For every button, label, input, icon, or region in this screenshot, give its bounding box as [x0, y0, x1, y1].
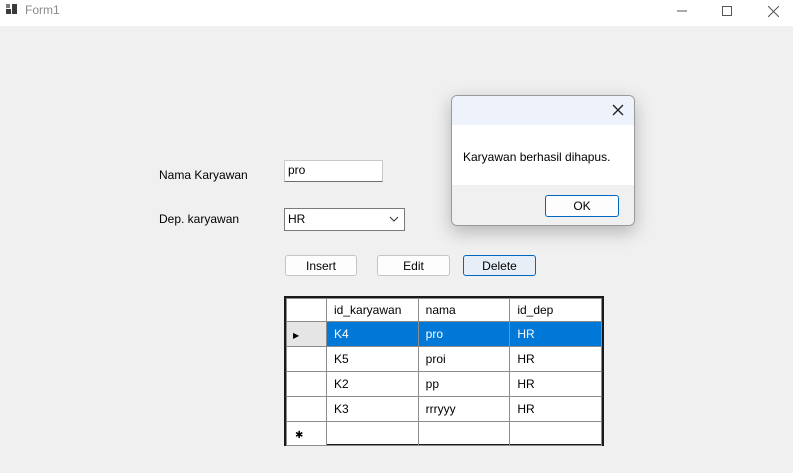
message-dialog: Karyawan berhasil dihapus. OK	[451, 95, 635, 226]
table-row[interactable]: ▶ K4 pro HR	[286, 321, 602, 347]
row-header[interactable]	[286, 346, 327, 372]
dialog-message: Karyawan berhasil dihapus.	[463, 150, 611, 164]
dialog-close-button[interactable]	[610, 102, 626, 118]
app-grid-icon	[6, 4, 18, 16]
maximize-icon	[722, 6, 732, 16]
insert-button[interactable]: Insert	[285, 255, 357, 276]
name-label: Nama Karyawan	[159, 168, 248, 182]
cell-nama[interactable]: proi	[417, 346, 511, 372]
column-header-nama[interactable]: nama	[417, 298, 511, 322]
dialog-footer: OK	[452, 185, 634, 225]
delete-button[interactable]: Delete	[463, 255, 536, 276]
employee-grid[interactable]: id_karyawan nama id_dep ▶ K4 pro HR K5 p…	[284, 296, 604, 446]
window-titlebar: Form1	[0, 0, 793, 26]
minimize-button[interactable]	[659, 0, 705, 22]
new-cell-id-dep[interactable]	[509, 421, 602, 446]
current-row-icon: ▶	[293, 331, 300, 340]
maximize-button[interactable]	[704, 0, 750, 22]
row-header[interactable]: ▶	[286, 321, 327, 347]
cell-id-karyawan[interactable]: K2	[326, 371, 419, 397]
row-header[interactable]	[286, 371, 327, 397]
table-row[interactable]: K2 pp HR	[286, 371, 602, 397]
column-header-id-karyawan[interactable]: id_karyawan	[326, 298, 419, 322]
chevron-down-icon	[389, 216, 399, 222]
cell-id-dep[interactable]: HR	[509, 371, 602, 397]
minimize-icon	[677, 10, 687, 12]
ok-button[interactable]: OK	[545, 195, 619, 217]
cell-id-karyawan[interactable]: K5	[326, 346, 419, 372]
name-input[interactable]: pro	[284, 160, 383, 182]
close-icon	[767, 5, 779, 17]
column-header-id-dep[interactable]: id_dep	[509, 298, 602, 322]
cell-id-dep[interactable]: HR	[509, 396, 602, 422]
new-cell-nama[interactable]	[417, 421, 511, 446]
row-header[interactable]: ✱	[286, 421, 327, 446]
edit-button[interactable]: Edit	[377, 255, 450, 276]
new-row[interactable]: ✱	[286, 421, 602, 446]
department-select-value: HR	[288, 212, 306, 226]
grid-corner-cell	[286, 298, 327, 322]
dialog-titlebar	[452, 96, 634, 125]
grid-header-row: id_karyawan nama id_dep	[286, 298, 602, 322]
row-header[interactable]	[286, 396, 327, 422]
department-select[interactable]: HR	[284, 208, 405, 231]
table-row[interactable]: K3 rrryyy HR	[286, 396, 602, 422]
new-cell-id-karyawan[interactable]	[326, 421, 419, 446]
cell-id-karyawan[interactable]: K3	[326, 396, 419, 422]
cell-id-dep[interactable]: HR	[509, 321, 602, 347]
cell-nama[interactable]: rrryyy	[417, 396, 511, 422]
cell-id-karyawan[interactable]: K4	[326, 321, 419, 347]
cell-id-dep[interactable]: HR	[509, 346, 602, 372]
new-row-icon: ✱	[295, 429, 304, 441]
cell-nama[interactable]: pro	[417, 321, 511, 347]
table-row[interactable]: K5 proi HR	[286, 346, 602, 372]
close-icon	[612, 104, 624, 116]
close-button[interactable]	[750, 0, 793, 22]
window-title: Form1	[25, 3, 60, 17]
department-label: Dep. karyawan	[159, 212, 240, 226]
cell-nama[interactable]: pp	[417, 371, 511, 397]
